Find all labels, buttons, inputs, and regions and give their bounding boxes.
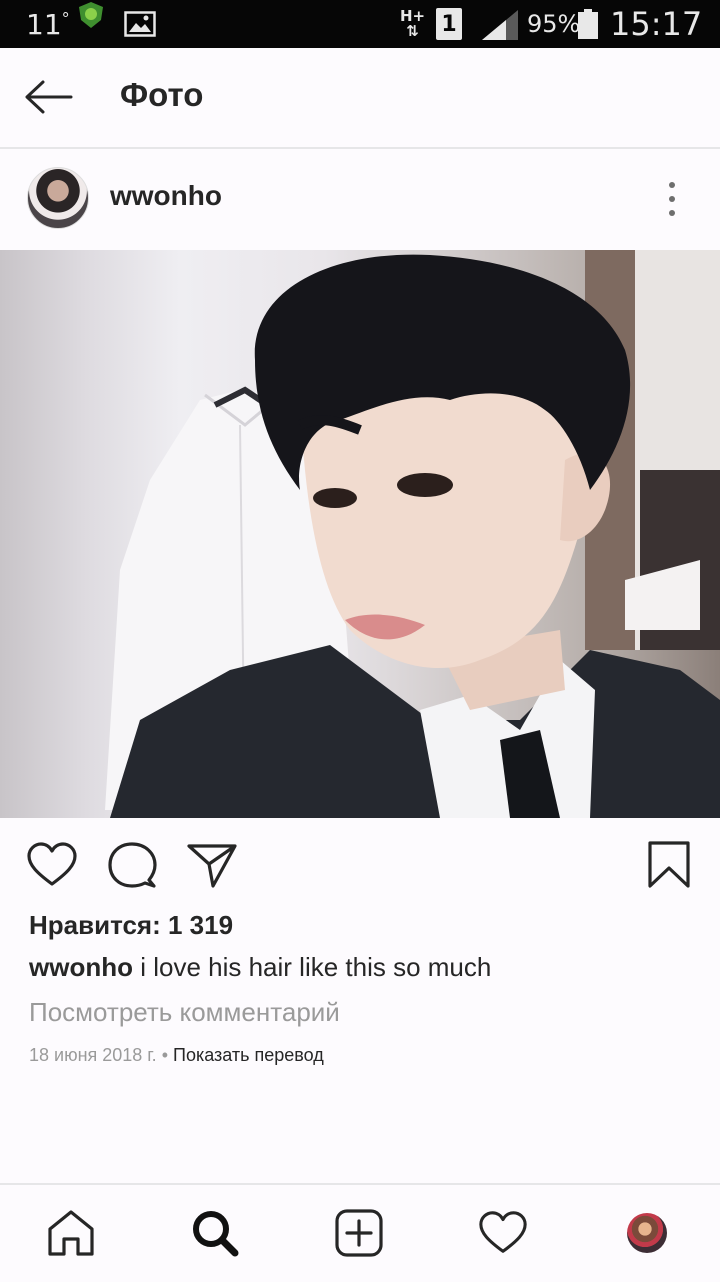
battery-percent: 95% (527, 10, 581, 38)
temperature-readout: 11 ° (26, 0, 70, 48)
caption-text: i love his hair like this so much (132, 952, 492, 982)
weather-shield-icon (79, 2, 103, 28)
show-translation-link[interactable]: Показать перевод (173, 1045, 324, 1065)
post-header: wwonho (0, 149, 720, 249)
post-actions (0, 818, 720, 913)
nav-home[interactable] (43, 1205, 99, 1261)
post-photo[interactable] (0, 250, 720, 818)
nav-profile[interactable] (619, 1205, 675, 1261)
post-meta: 18 июня 2018 г. • Показать перевод (29, 1045, 324, 1066)
top-app-bar: Фото (0, 48, 720, 149)
caption-username[interactable]: wwonho (29, 952, 133, 982)
add-post-icon (335, 1209, 383, 1257)
status-bar: 11 ° H+ ⇅ 1 95% 15:17 (0, 0, 720, 48)
author-username[interactable]: wwonho (110, 180, 222, 212)
caption: wwonho i love his hair like this so much (29, 952, 491, 983)
nav-search[interactable] (187, 1205, 243, 1261)
back-button[interactable] (22, 74, 74, 120)
home-icon (48, 1210, 94, 1256)
page-title: Фото (120, 76, 204, 113)
bookmark-icon[interactable] (643, 840, 697, 890)
nav-activity[interactable] (475, 1205, 531, 1261)
image-icon (124, 11, 156, 37)
nav-add-post[interactable] (331, 1205, 387, 1261)
signal-icon (482, 10, 518, 40)
comment-icon[interactable] (105, 840, 159, 890)
network-type: H+ ⇅ (400, 0, 425, 48)
temperature-unit: ° (61, 8, 70, 28)
heart-icon[interactable] (25, 840, 79, 890)
profile-avatar (627, 1213, 667, 1253)
author-avatar[interactable] (27, 167, 89, 229)
activity-heart-icon (479, 1211, 527, 1253)
photo-illustration (105, 250, 720, 818)
share-icon[interactable] (185, 840, 239, 890)
arrow-left-icon (25, 80, 73, 114)
view-comments-link[interactable]: Посмотреть комментарий (29, 997, 340, 1028)
bottom-navigation (0, 1183, 720, 1282)
like-count[interactable]: Нравится: 1 319 (29, 910, 233, 941)
meta-separator: • (156, 1045, 173, 1065)
search-icon (193, 1211, 239, 1257)
clock: 15:17 (610, 5, 703, 43)
more-options-icon[interactable] (656, 179, 688, 219)
network-arrows-icon: ⇅ (406, 22, 419, 40)
post-date: 18 июня 2018 г. (29, 1045, 157, 1065)
sim-badge: 1 (436, 8, 462, 40)
battery-icon (578, 9, 598, 39)
temperature-value: 11 (26, 7, 62, 41)
